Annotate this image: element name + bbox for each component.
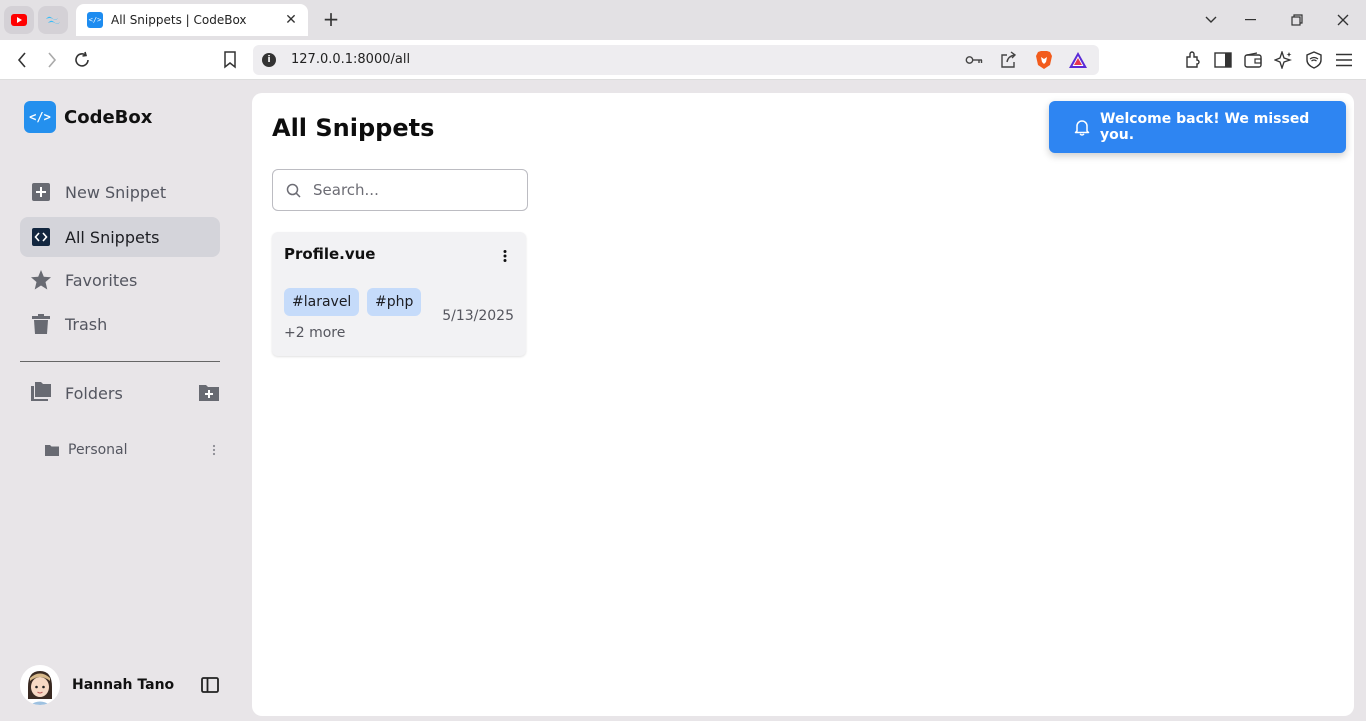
folders-icon <box>30 381 52 405</box>
app-sidebar: </> CodeBox New Snippet All Snippets Fav… <box>0 80 240 721</box>
share-icon[interactable] <box>998 50 1018 70</box>
welcome-toast[interactable]: Welcome back! We missed you. <box>1049 101 1346 153</box>
sidebar-toggle-icon[interactable] <box>1212 50 1234 70</box>
app-logo[interactable]: </> CodeBox <box>24 101 152 133</box>
snippet-tag[interactable]: #php <box>367 288 422 316</box>
snippet-tag[interactable]: #laravel <box>284 288 360 316</box>
bell-icon <box>1074 118 1090 136</box>
key-icon[interactable] <box>964 50 984 70</box>
user-profile[interactable]: Hannah Tano <box>20 664 220 706</box>
brave-shields-icon[interactable] <box>1034 50 1054 70</box>
user-name: Hannah Tano <box>72 677 175 693</box>
url-text[interactable]: 127.0.0.1:8000/all <box>291 52 410 67</box>
search-box[interactable] <box>272 169 528 211</box>
tab-close-icon[interactable]: ✕ <box>282 12 300 28</box>
snippet-title: Profile.vue <box>284 245 376 263</box>
toast-message: Welcome back! We missed you. <box>1100 111 1310 143</box>
sidebar-item-all-snippets[interactable]: All Snippets <box>20 217 220 257</box>
more-tags-label[interactable]: +2 more <box>284 325 345 341</box>
restore-button[interactable] <box>1282 10 1312 30</box>
snippet-date: 5/13/2025 <box>442 308 514 324</box>
avatar[interactable] <box>20 665 60 705</box>
app-name: CodeBox <box>64 106 153 128</box>
search-input[interactable] <box>313 181 513 199</box>
wallet-icon[interactable] <box>1242 50 1264 70</box>
tab-title: All Snippets | CodeBox <box>111 13 247 27</box>
new-tab-button[interactable]: + <box>320 8 342 32</box>
trash-icon <box>30 313 52 335</box>
add-folder-button[interactable] <box>198 383 220 403</box>
main-content: All Snippets Profile.vue #laravel #php +… <box>252 93 1354 716</box>
sidebar-item-label: Trash <box>65 314 108 334</box>
youtube-icon <box>11 14 27 26</box>
vpn-shield-icon[interactable] <box>1303 50 1325 70</box>
snippet-options-icon[interactable] <box>496 247 514 265</box>
folders-section-header: Folders <box>20 373 220 413</box>
sidebar-item-label: All Snippets <box>65 227 160 247</box>
sidebar-item-label: New Snippet <box>65 182 167 202</box>
code-icon <box>30 226 52 248</box>
codebox-favicon: </> <box>87 12 103 28</box>
sidebar-item-label: Favorites <box>65 270 138 290</box>
folder-icon <box>45 444 59 456</box>
star-icon <box>30 269 52 291</box>
sidebar-item-new-snippet[interactable]: New Snippet <box>20 172 220 212</box>
site-info-icon[interactable]: i <box>262 53 276 67</box>
leo-ai-icon[interactable] <box>1272 50 1294 70</box>
folder-plus-icon <box>199 385 219 401</box>
extensions-icon[interactable] <box>1182 50 1204 70</box>
address-bar[interactable]: i 127.0.0.1:8000/all <box>253 45 1099 75</box>
minimize-button[interactable] <box>1236 10 1266 30</box>
plus-square-icon <box>30 181 52 203</box>
bookmark-icon[interactable] <box>218 48 242 72</box>
active-browser-tab[interactable]: </> All Snippets | CodeBox ✕ <box>76 4 308 36</box>
page-title: All Snippets <box>272 114 435 142</box>
snippet-card[interactable]: Profile.vue #laravel #php +2 more 5/13/2… <box>272 232 526 356</box>
folder-options-icon[interactable] <box>208 443 220 457</box>
code-logo-icon: </> <box>24 101 56 133</box>
folder-label: Personal <box>68 442 128 458</box>
youtube-pinned-tab[interactable] <box>4 6 34 34</box>
tailwind-pinned-tab[interactable] <box>38 6 68 34</box>
close-window-button[interactable] <box>1328 10 1358 30</box>
folder-item-personal[interactable]: Personal <box>40 438 220 462</box>
search-icon <box>286 183 301 198</box>
sidebar-item-favorites[interactable]: Favorites <box>20 260 220 300</box>
sidebar-divider <box>20 361 220 362</box>
tailwind-icon <box>46 16 60 24</box>
forward-button[interactable] <box>40 48 64 72</box>
folders-label: Folders <box>65 383 123 403</box>
brave-rewards-icon[interactable] <box>1068 50 1088 70</box>
sidebar-item-trash[interactable]: Trash <box>20 304 220 344</box>
browser-tab-strip: </> All Snippets | CodeBox ✕ + <box>0 0 1366 40</box>
browser-menu-icon[interactable] <box>1333 50 1355 70</box>
collapse-sidebar-icon[interactable] <box>200 675 220 695</box>
reload-button[interactable] <box>70 48 94 72</box>
back-button[interactable] <box>10 48 34 72</box>
tab-search-icon[interactable] <box>1196 10 1226 30</box>
